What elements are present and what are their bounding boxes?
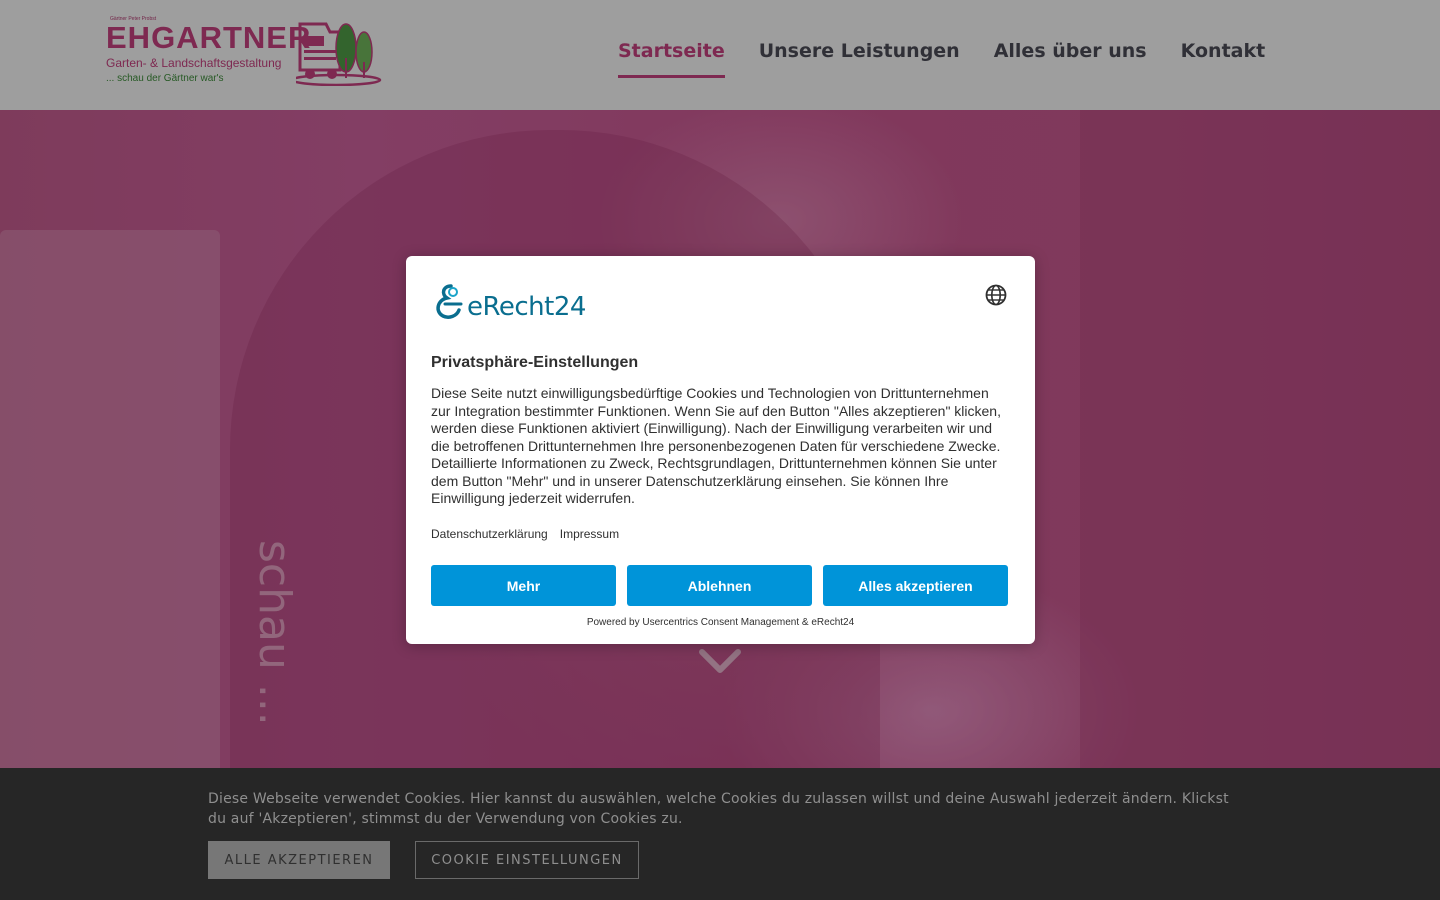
dialog-title: Privatsphäre-Einstellungen	[431, 354, 639, 371]
erecht24-mark-icon	[436, 284, 463, 319]
accept-all-button[interactable]: Alles akzeptieren	[823, 565, 1008, 606]
reject-button[interactable]: Ablehnen	[627, 565, 812, 606]
globe-icon[interactable]	[985, 284, 1007, 306]
imprint-link[interactable]: Impressum	[560, 527, 619, 541]
more-button[interactable]: Mehr	[431, 565, 616, 606]
cookie-accept-all-button[interactable]: ALLE AKZEPTIEREN	[208, 841, 390, 879]
privacy-policy-link[interactable]: Datenschutzerklärung	[431, 527, 548, 541]
cookie-settings-button[interactable]: COOKIE EINSTELLUNGEN	[415, 841, 639, 879]
dialog-description: Diese Seite nutzt einwilligungsbedürftig…	[431, 385, 1001, 506]
dialog-button-row: Mehr Ablehnen Alles akzeptieren	[431, 565, 1008, 606]
cookie-bar: Diese Webseite verwendet Cookies. Hier k…	[0, 768, 1440, 900]
dialog-links: Datenschutzerklärung Impressum	[431, 527, 631, 541]
cookie-bar-text: Diese Webseite verwendet Cookies. Hier k…	[208, 791, 1229, 827]
erecht24-brand-text: eRecht24	[467, 292, 586, 322]
erecht24-logo: eRecht24	[431, 282, 586, 322]
consent-dialog: eRecht24 Privatsphäre-Einstellungen Dies…	[406, 256, 1035, 644]
powered-by-text: Powered by Usercentrics Consent Manageme…	[586, 617, 855, 628]
